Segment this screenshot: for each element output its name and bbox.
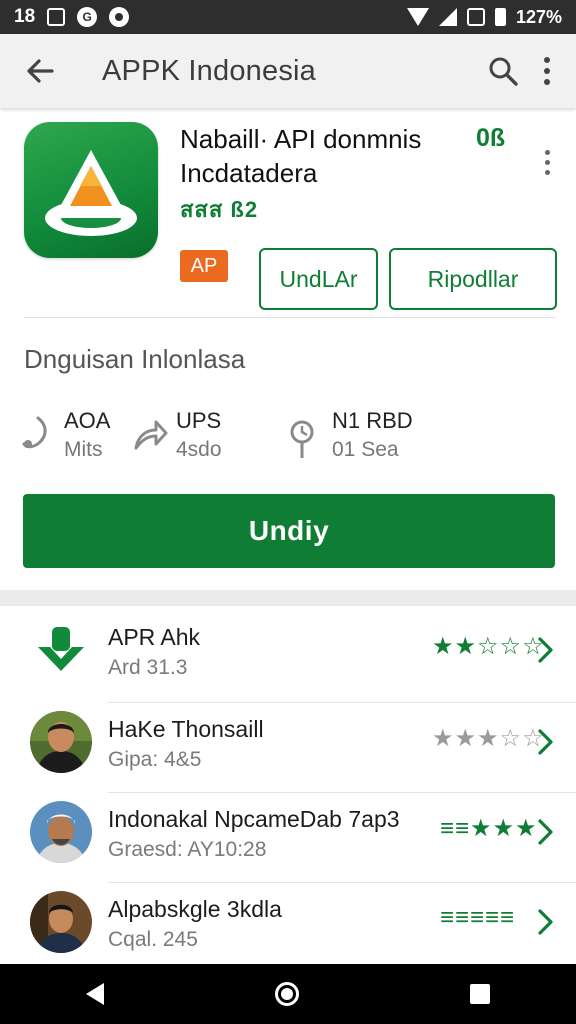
stat-downloads: UPS 4sdo xyxy=(132,404,272,468)
status-bar: 18 G 127% xyxy=(0,0,576,34)
app-rating-line: สสส ß2 xyxy=(180,197,259,222)
chevron-right-icon xyxy=(538,819,553,845)
rating-stars: ★★☆☆☆ xyxy=(432,633,545,660)
chevron-right-icon xyxy=(538,729,553,755)
list-item-title: Alpabskgle 3kdla xyxy=(108,896,282,922)
clock-pin-icon xyxy=(290,420,314,458)
stat-label: 01 Sea xyxy=(332,438,399,461)
nav-back-icon[interactable] xyxy=(85,983,104,1005)
avatar xyxy=(30,891,92,953)
nav-home-icon[interactable] xyxy=(274,982,299,1006)
list-item-title: Indonakal NpcameDab 7ap3 xyxy=(108,806,400,832)
card-overflow-icon[interactable] xyxy=(545,150,550,175)
app-name-line-1: Nabaill· API donmnis xyxy=(180,124,422,154)
nav-recents-icon[interactable] xyxy=(470,984,491,1004)
list-item-subtitle: Graesd: AY10:28 xyxy=(108,838,267,861)
stat-label: 4sdo xyxy=(176,438,222,461)
list-item[interactable]: Alpabskgle 3kdla Cqal. 245 ≡≡≡≡≡ xyxy=(0,878,576,968)
share-arrow-icon xyxy=(134,420,168,450)
page-title: APPK Indonesia xyxy=(102,54,316,87)
app-bar: APPK Indonesia xyxy=(0,34,576,108)
app-logo-icon xyxy=(24,122,158,258)
chevron-right-icon xyxy=(538,637,553,663)
rating-stars: ≡≡≡≡≡ xyxy=(440,904,516,931)
chevron-right-icon xyxy=(538,909,553,935)
review-list: APR Ahk Ard 31.3 ★★☆☆☆ HaKe Thonsaill Gi… xyxy=(0,606,576,964)
app-name-line-2: Incdatadera xyxy=(180,158,318,188)
stat-size: AOA Mits xyxy=(20,404,140,468)
search-icon[interactable] xyxy=(488,56,518,86)
stat-value: UPS xyxy=(176,408,222,433)
app-stats: AOA Mits UPS 4sdo N1 RBD 01 Sea xyxy=(20,404,560,468)
list-item-title: HaKe Thonsaill xyxy=(108,716,264,742)
stat-version: N1 RBD 01 Sea xyxy=(288,404,448,468)
signal-icon xyxy=(438,8,457,26)
app-header-card: Nabaill· API donmnis Incdatadera 0ß สสส … xyxy=(0,112,576,590)
section-title: Dnguisan Inlonlasa xyxy=(24,344,246,374)
divider xyxy=(24,317,556,318)
list-item-subtitle: Cqal. 245 xyxy=(108,928,198,951)
uninstall-button[interactable]: UndLAr xyxy=(259,248,378,310)
install-button[interactable]: Undiy xyxy=(23,494,555,568)
list-item[interactable]: Indonakal NpcameDab 7ap3 Graesd: AY10:28… xyxy=(0,788,576,878)
avatar xyxy=(30,801,92,863)
google-notification-icon: G xyxy=(77,7,98,27)
content-rating-badge: AP xyxy=(180,250,228,282)
stat-value: N1 RBD xyxy=(332,408,413,433)
app-badge: 0ß xyxy=(476,124,506,152)
open-button[interactable]: Ripodllar xyxy=(389,248,557,310)
list-item-title: APR Ahk xyxy=(108,624,201,650)
system-nav-bar xyxy=(0,964,576,1024)
rating-stars: ★★★☆☆ xyxy=(432,725,545,752)
list-item[interactable]: APR Ahk Ard 31.3 ★★☆☆☆ xyxy=(0,606,576,696)
image-notification-icon xyxy=(47,8,66,26)
list-item-subtitle: Ard 31.3 xyxy=(108,656,188,679)
status-time: 18 xyxy=(14,6,36,27)
stat-label: Mits xyxy=(64,438,103,461)
stat-value: AOA xyxy=(64,408,111,433)
rating-stars: ≡≡★★★ xyxy=(440,815,538,842)
avatar xyxy=(30,711,92,773)
list-item[interactable]: HaKe Thonsaill Gipa: 4&5 ★★★☆☆ xyxy=(0,698,576,788)
app-page: 18 G 127% APPK Indonesia Nabaill· API do… xyxy=(0,0,576,1024)
battery-text: 127% xyxy=(515,6,562,27)
arrow-left-icon xyxy=(27,59,54,83)
battery-icon xyxy=(494,8,506,26)
overflow-menu-icon[interactable] xyxy=(544,57,550,85)
section-divider xyxy=(0,590,576,606)
music-note-icon xyxy=(22,416,47,449)
wifi-icon xyxy=(406,8,429,26)
download-icon xyxy=(30,619,92,681)
back-button[interactable] xyxy=(0,34,80,108)
app-name: Nabaill· API donmnis Incdatadera xyxy=(180,122,470,190)
list-item-subtitle: Gipa: 4&5 xyxy=(108,748,202,771)
no-sim-icon xyxy=(466,8,485,26)
record-notification-icon xyxy=(109,7,130,27)
